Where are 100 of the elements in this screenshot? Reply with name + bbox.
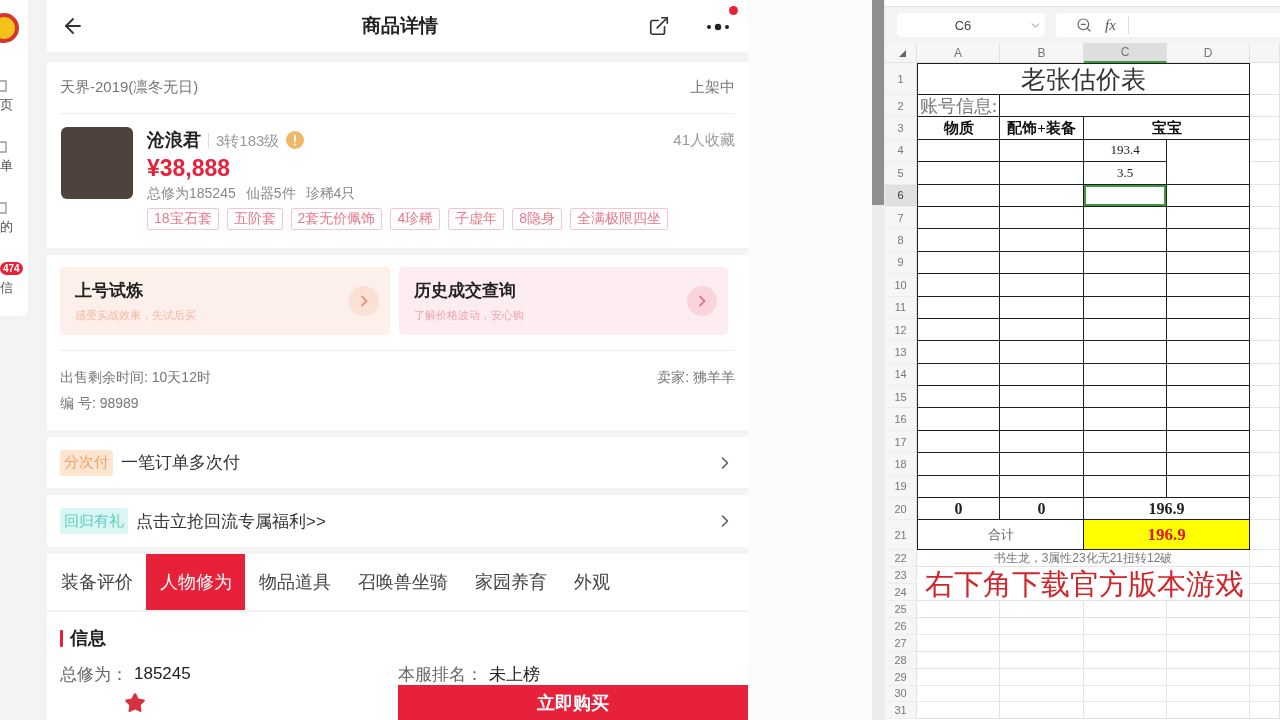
empty-cell[interactable] [1084, 318, 1167, 342]
seller-name: 卖家: 狒羊羊 [657, 369, 735, 387]
empty-cell[interactable] [1084, 274, 1167, 297]
empty-cell[interactable] [1084, 453, 1167, 476]
row-number[interactable]: 23 [885, 567, 917, 585]
favorite-button[interactable] [124, 691, 146, 714]
row-number[interactable]: 21 [885, 520, 917, 551]
row-number[interactable]: 24 [885, 584, 917, 602]
empty-cell[interactable] [1167, 318, 1250, 342]
row-number[interactable]: 1 [885, 63, 917, 95]
column-header[interactable]: C [1084, 43, 1167, 63]
row-number[interactable]: 8 [885, 229, 917, 252]
empty-cell[interactable] [1167, 408, 1250, 431]
empty-cell[interactable] [1084, 475, 1167, 499]
empty-cell[interactable] [1000, 95, 1250, 118]
name-box[interactable]: C6 [897, 13, 1045, 37]
empty-cell[interactable] [1000, 296, 1084, 319]
row-number[interactable]: 9 [885, 251, 917, 275]
column-title: 宝宝 [1084, 117, 1250, 140]
promo-subtitle: 了解价格波动，安心购 [413, 308, 525, 322]
column-header[interactable]: D [1167, 43, 1250, 63]
row-number[interactable]: 18 [885, 453, 917, 476]
empty-cell[interactable] [1167, 341, 1250, 364]
row-number[interactable]: 19 [885, 475, 917, 499]
empty-cell[interactable] [1000, 475, 1084, 499]
tab[interactable]: 人物修为 [146, 554, 245, 610]
function-label[interactable]: fx [1105, 16, 1129, 34]
empty-cell[interactable] [1167, 229, 1250, 252]
row-number[interactable]: 16 [885, 408, 917, 431]
empty-cell[interactable] [1000, 453, 1084, 476]
empty-cell[interactable] [1167, 453, 1250, 476]
empty-cell[interactable] [1000, 162, 1084, 185]
scrollbar-thumb[interactable] [872, 0, 884, 205]
empty-cell[interactable] [1167, 430, 1250, 454]
select-all-corner[interactable] [885, 43, 917, 63]
zoom-out-icon[interactable] [1076, 17, 1092, 33]
share-button[interactable] [648, 15, 670, 37]
row-number[interactable]: 15 [885, 386, 917, 409]
row-number[interactable]: 10 [885, 274, 917, 297]
more-button[interactable] [705, 6, 738, 32]
empty-cell[interactable] [1084, 386, 1167, 409]
empty-cell[interactable] [1167, 139, 1250, 185]
row-number[interactable]: 17 [885, 430, 917, 454]
empty-cell[interactable] [1167, 206, 1250, 230]
empty-cell[interactable] [1000, 363, 1084, 387]
empty-cell[interactable] [1000, 274, 1084, 297]
row-number[interactable]: 5 [885, 162, 917, 185]
nav-item[interactable]: 的 [0, 176, 28, 237]
empty-cell[interactable] [1167, 274, 1250, 297]
empty-cell[interactable] [1000, 184, 1084, 207]
promo-tile[interactable]: 上号试炼 感受实战效果，先试后买 [60, 267, 390, 335]
empty-cell[interactable] [1084, 206, 1167, 230]
empty-cell[interactable] [1084, 341, 1167, 364]
empty-cell[interactable] [1000, 386, 1084, 409]
tag: 2套无价佩饰 [290, 208, 383, 230]
row-number[interactable]: 7 [885, 206, 917, 230]
selected-cell[interactable] [1084, 184, 1167, 207]
promo-banner[interactable]: 分次付 一笔订单多次付 [47, 437, 748, 488]
nav-item[interactable]: 单 [0, 115, 28, 176]
promo-tile[interactable]: 历史成交查询 了解价格波动，安心购 [398, 267, 728, 335]
empty-cell[interactable] [1000, 318, 1084, 342]
row-number[interactable]: 4 [885, 139, 917, 163]
empty-cell[interactable] [1084, 430, 1167, 454]
empty-cell[interactable] [1000, 430, 1084, 454]
formula-bar[interactable]: fx [1056, 13, 1280, 37]
row-number[interactable]: 13 [885, 341, 917, 364]
empty-cell[interactable] [1167, 475, 1250, 499]
nav-item[interactable]: 474 信 [0, 237, 28, 298]
empty-cell[interactable] [1000, 139, 1084, 163]
row-number[interactable]: 6 [885, 184, 917, 207]
empty-cell[interactable] [1084, 296, 1167, 319]
column-header[interactable]: A [917, 43, 1000, 63]
empty-cell[interactable] [1000, 341, 1084, 364]
row-number[interactable]: 12 [885, 318, 917, 342]
buy-button[interactable]: 立即购买 [398, 685, 748, 720]
empty-cell[interactable] [1084, 408, 1167, 431]
row-number[interactable]: 2 [885, 95, 917, 118]
empty-cell[interactable] [1000, 229, 1084, 252]
empty-cell[interactable] [1167, 251, 1250, 275]
row-number[interactable]: 14 [885, 363, 917, 387]
empty-cell[interactable] [1084, 363, 1167, 387]
empty-cell[interactable] [1167, 184, 1250, 207]
empty-cell[interactable] [1084, 229, 1167, 252]
empty-cell[interactable] [1000, 408, 1084, 431]
nav-item[interactable]: 页 [0, 54, 28, 115]
empty-cell[interactable] [1000, 251, 1084, 275]
empty-cell[interactable] [1084, 251, 1167, 275]
row-number[interactable]: 22 [885, 550, 917, 568]
promo-subtitle: 感受实战效果，先试后买 [75, 308, 197, 322]
empty-cell[interactable] [1167, 386, 1250, 409]
column-header[interactable]: B [1000, 43, 1084, 63]
row-number[interactable]: 3 [885, 117, 917, 140]
row-number[interactable]: 31 [885, 702, 917, 720]
empty-cell[interactable] [1167, 363, 1250, 387]
empty-cell[interactable] [1167, 296, 1250, 319]
empty-cell[interactable] [1000, 206, 1084, 230]
row-number[interactable]: 20 [885, 498, 917, 521]
row-number[interactable]: 25 [885, 601, 917, 618]
row-number[interactable]: 11 [885, 296, 917, 319]
promo-banner[interactable]: 回归有礼 点击立抢回流专属福利>> [47, 495, 748, 547]
